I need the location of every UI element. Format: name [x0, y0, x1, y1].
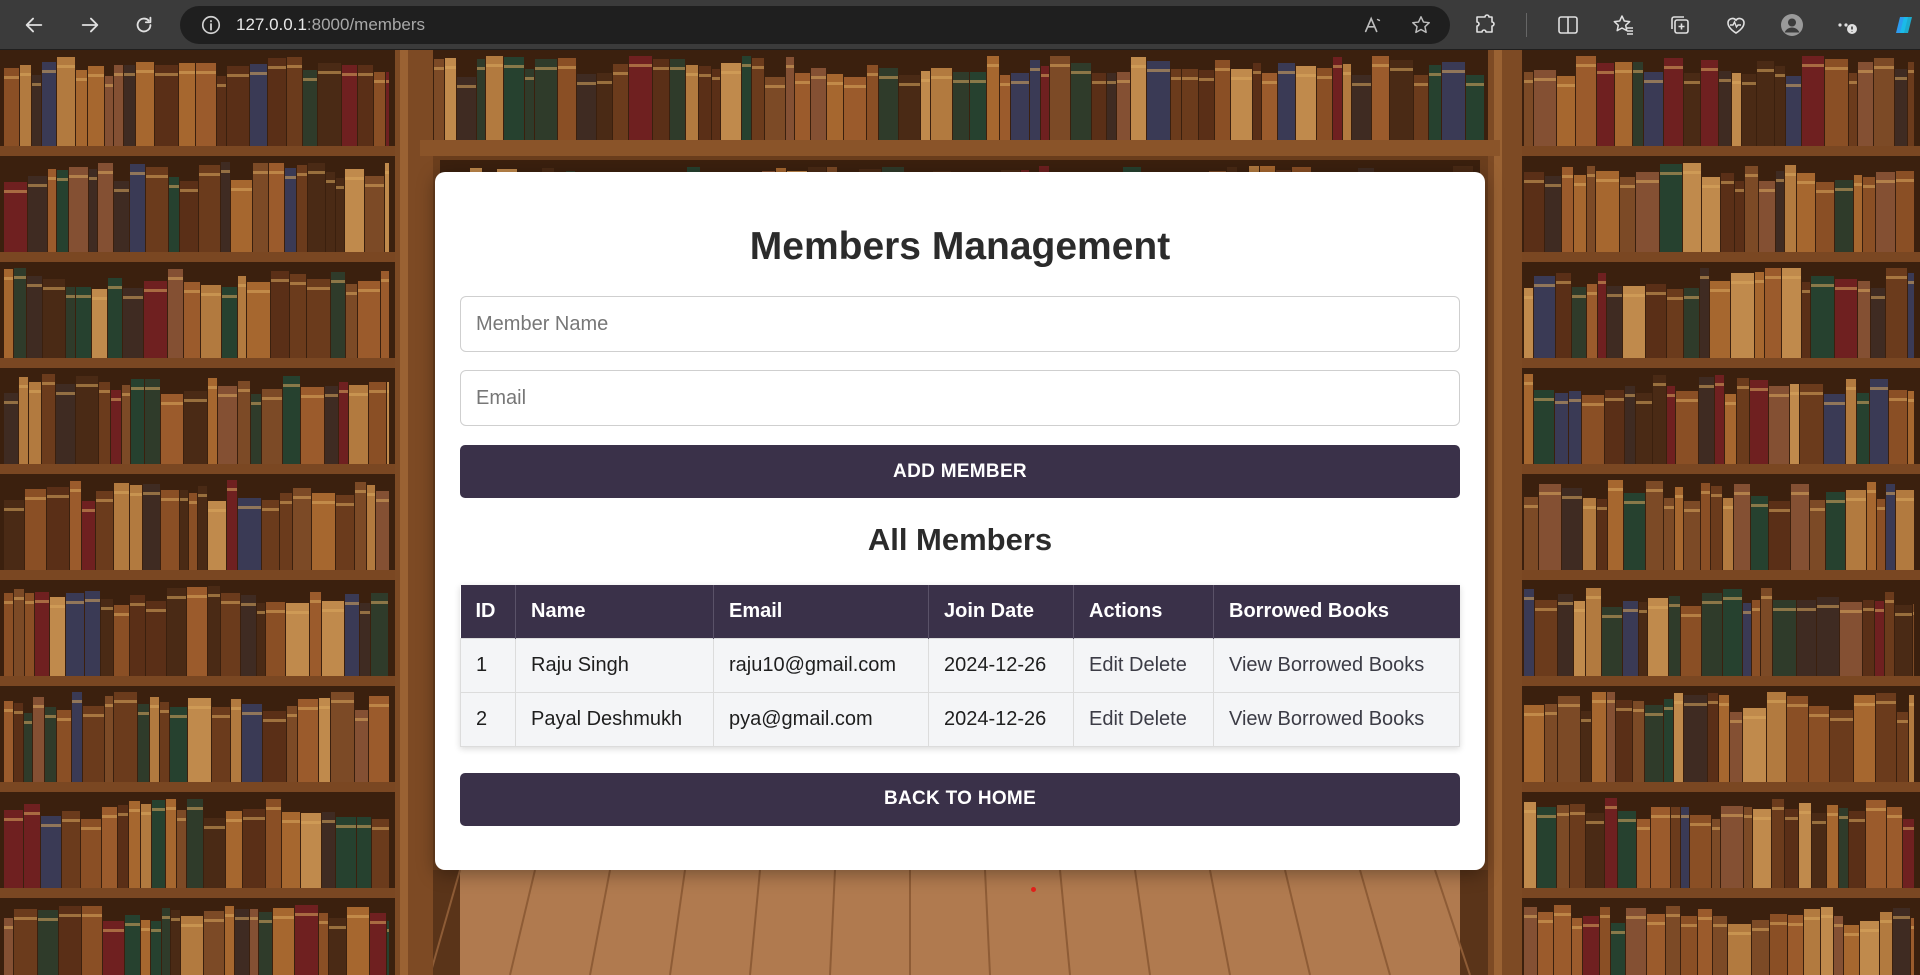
- reload-icon: [136, 16, 152, 32]
- extensions-icon: [1476, 14, 1495, 33]
- more-button[interactable]: [1833, 8, 1863, 42]
- member-name-input[interactable]: [460, 296, 1460, 352]
- page-title: Members Management: [749, 225, 1171, 268]
- performance-icon: [1727, 17, 1745, 34]
- cell-id: 1: [460, 637, 516, 693]
- delete-link[interactable]: Delete: [1129, 708, 1187, 730]
- back-to-home-button[interactable]: BACK TO HOME: [460, 772, 1460, 826]
- cell-actions: Edit Delete: [1073, 637, 1214, 693]
- view-borrowed-books-link[interactable]: View Borrowed Books: [1229, 708, 1424, 730]
- cell-borrowed: View Borrowed Books: [1213, 691, 1460, 747]
- email-input[interactable]: [460, 370, 1460, 426]
- members-card: Members Management ADD MEMBER All Member…: [435, 172, 1485, 870]
- members-table: ID Name Email Join Date Actions Borrowed…: [460, 585, 1460, 747]
- favorites-button[interactable]: [1609, 8, 1639, 42]
- cell-id: 2: [460, 691, 516, 747]
- cell-borrowed: View Borrowed Books: [1213, 637, 1460, 693]
- split-screen-button[interactable]: [1553, 8, 1583, 42]
- red-dot-marker: [1031, 887, 1036, 892]
- address-bar[interactable]: 127.0.0.1:8000/members: [180, 6, 1450, 44]
- more-icon: [1838, 23, 1857, 34]
- browser-toolbar: 127.0.0.1:8000/members: [0, 0, 1920, 50]
- all-members-heading: All Members: [867, 522, 1053, 557]
- collections-button[interactable]: [1665, 8, 1695, 42]
- cell-name: Payal Deshmukh: [515, 691, 714, 747]
- cell-actions: Edit Delete: [1073, 691, 1214, 747]
- add-member-button[interactable]: ADD MEMBER: [460, 445, 1460, 498]
- back-arrow-icon: [25, 17, 43, 32]
- profile-icon: [1781, 14, 1803, 36]
- header-name: Name: [515, 585, 714, 638]
- split-screen-icon: [1558, 16, 1578, 34]
- header-borrowed-books: Borrowed Books: [1213, 585, 1460, 638]
- edit-link[interactable]: Edit: [1089, 708, 1123, 730]
- header-id: ID: [460, 585, 516, 638]
- table-row: 2 Payal Deshmukh pya@gmail.com 2024-12-2…: [460, 691, 1460, 747]
- table-row: 1 Raju Singh raju10@gmail.com 2024-12-26…: [460, 637, 1460, 693]
- edit-link[interactable]: Edit: [1089, 654, 1123, 676]
- profile-button[interactable]: [1777, 8, 1807, 42]
- info-icon[interactable]: [200, 14, 222, 36]
- toolbar-divider: [1526, 13, 1527, 37]
- cell-join-date: 2024-12-26: [928, 691, 1074, 747]
- cell-email: raju10@gmail.com: [713, 637, 929, 693]
- reload-button[interactable]: [126, 7, 162, 43]
- forward-arrow-icon: [81, 17, 99, 32]
- header-email: Email: [713, 585, 929, 638]
- copilot-button[interactable]: [1889, 8, 1919, 42]
- favorites-icon: [1613, 15, 1633, 35]
- collections-icon: [1671, 16, 1689, 34]
- view-borrowed-books-link[interactable]: View Borrowed Books: [1229, 654, 1424, 676]
- cell-join-date: 2024-12-26: [928, 637, 1074, 693]
- header-join-date: Join Date: [928, 585, 1074, 638]
- performance-button[interactable]: [1721, 8, 1751, 42]
- read-aloud-icon[interactable]: [1362, 14, 1384, 36]
- extensions-button[interactable]: [1470, 8, 1500, 42]
- back-button[interactable]: [16, 7, 52, 43]
- table-header-row: ID Name Email Join Date Actions Borrowed…: [460, 585, 1460, 638]
- url-path: :8000/members: [306, 15, 426, 34]
- delete-link[interactable]: Delete: [1129, 654, 1187, 676]
- cell-email: pya@gmail.com: [713, 691, 929, 747]
- forward-button[interactable]: [72, 7, 108, 43]
- cell-name: Raju Singh: [515, 637, 714, 693]
- url-host: 127.0.0.1: [236, 15, 307, 34]
- favorite-star-icon[interactable]: [1410, 14, 1432, 36]
- header-actions: Actions: [1073, 585, 1214, 638]
- copilot-icon: [1896, 17, 1912, 33]
